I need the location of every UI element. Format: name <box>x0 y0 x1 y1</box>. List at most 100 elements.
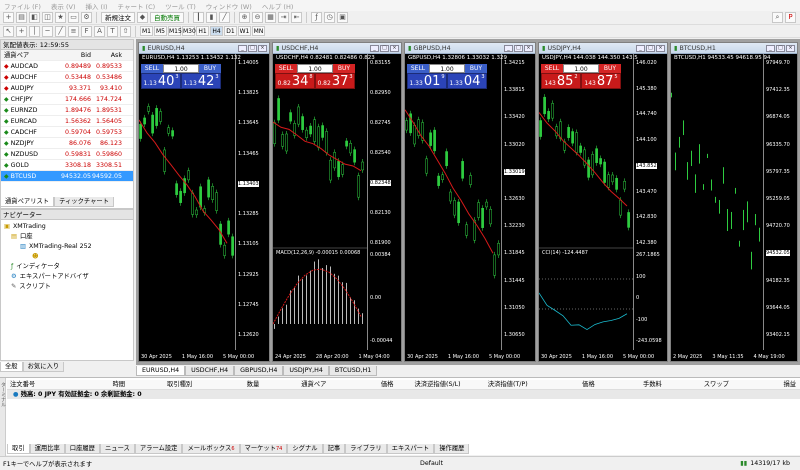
timeframe-h1[interactable]: H1 <box>196 26 209 36</box>
chart-shift-icon[interactable]: ⇤ <box>291 12 302 23</box>
terminal-icon[interactable]: ▭ <box>68 12 79 23</box>
line-chart-icon[interactable]: ╱ <box>219 12 230 23</box>
terminal-tab[interactable]: エキスパート <box>386 444 435 454</box>
chart-tab[interactable]: GBPUSD,H4 <box>234 366 284 376</box>
sell-price-button[interactable]: 0.82 34 8 <box>275 73 315 89</box>
buy-price-button[interactable]: 1.33 04 3 <box>447 73 487 89</box>
menu-item[interactable]: ファイル (F) <box>4 1 41 11</box>
autoscroll-icon[interactable]: ⇥ <box>278 12 289 23</box>
time-axis[interactable]: 30 Apr 2025 1 May 16:00 5 May 00:00 <box>541 354 654 360</box>
sell-button[interactable]: SELL <box>407 64 429 73</box>
indicators-icon[interactable]: ƒ <box>311 12 322 23</box>
terminal-column-header[interactable]: スワップ <box>666 380 733 389</box>
data-window-icon[interactable]: ◫ <box>42 12 53 23</box>
price-plot[interactable] <box>405 54 501 350</box>
menu-item[interactable]: ツール (T) <box>165 1 196 11</box>
minimize-icon[interactable]: _ <box>766 44 775 52</box>
market-watch-row[interactable]: ◆ GOLD 3308.18 3308.51 <box>1 160 133 171</box>
timeframe-w1[interactable]: W1 <box>238 26 251 36</box>
nav-item-indicators[interactable]: ƒ インディケータ <box>4 262 130 272</box>
menu-item[interactable]: チャート (C) <box>118 1 156 11</box>
terminal-column-header[interactable]: 価格 <box>330 380 397 389</box>
terminal-tab[interactable]: マーケット74 <box>239 444 288 454</box>
sell-price-button[interactable]: 1.13 40 3 <box>141 73 181 89</box>
lot-size-input[interactable]: 1.00 <box>563 64 599 73</box>
chart-window[interactable]: ▮ BTCUSD,H1 _ □ × 97949.70 97412.35 96874.05 963… <box>670 42 798 362</box>
lot-size-input[interactable]: 1.00 <box>163 64 199 73</box>
menu-item[interactable]: ウィンドウ (W) <box>206 1 252 11</box>
timeframe-m1[interactable]: M1 <box>140 26 153 36</box>
minimize-icon[interactable]: _ <box>504 44 513 52</box>
terminal-column-header[interactable]: 価格 <box>532 380 599 389</box>
buy-button[interactable]: BUY <box>333 64 355 73</box>
bar-chart-icon[interactable]: ┃ <box>193 12 204 23</box>
sell-button[interactable]: SELL <box>541 64 563 73</box>
price-axis[interactable]: 0.83155 0.82950 0.82745 0.82540 0.82348 0.821… <box>367 54 403 350</box>
buy-price-button[interactable]: 1.13 42 3 <box>181 73 221 89</box>
time-axis[interactable]: 30 Apr 2025 1 May 16:00 5 May 00:00 <box>141 354 254 360</box>
close-icon[interactable]: × <box>786 44 795 52</box>
search-icon[interactable]: ⌕ <box>772 12 783 23</box>
terminal-column-header[interactable]: 決済指値(T/P) <box>465 380 532 389</box>
zoom-in-icon[interactable]: ⊕ <box>239 12 250 23</box>
new-order-button[interactable]: 新規注文 <box>101 12 135 23</box>
market-watch-icon[interactable]: ◧ <box>29 12 40 23</box>
chart-tab[interactable]: EURUSD,H4 <box>136 366 186 376</box>
ask-header[interactable]: Ask <box>91 50 124 60</box>
timeframe-h4[interactable]: H4 <box>210 26 223 36</box>
status-profile[interactable]: Default <box>270 460 520 467</box>
minimize-icon[interactable]: _ <box>636 44 645 52</box>
sell-button[interactable]: SELL <box>275 64 297 73</box>
nav-item-scripts[interactable]: ✎ スクリプト <box>4 282 130 292</box>
tab-symbols[interactable]: 通貨ペアリスト <box>0 197 55 207</box>
timeframe-mn[interactable]: MN <box>252 26 265 36</box>
minimize-icon[interactable]: _ <box>238 44 247 52</box>
horizontal-line-icon[interactable]: ─ <box>42 25 53 37</box>
arrows-icon[interactable]: ⇧ <box>120 25 131 37</box>
terminal-column-header[interactable]: 通貨ペア <box>263 380 330 389</box>
nav-item-broker[interactable]: ▣ XMTrading <box>4 222 130 232</box>
terminal-tab[interactable]: 運用比率 <box>29 444 65 454</box>
market-watch-row[interactable]: ◆ NZDUSD 0.59831 0.59860 <box>1 149 133 160</box>
buy-price-button[interactable]: 0.82 37 3 <box>315 73 355 89</box>
close-icon[interactable]: × <box>656 44 665 52</box>
vertical-line-icon[interactable]: │ <box>29 25 40 37</box>
market-watch-row[interactable]: ◆ NZDJPY 86.076 86.123 <box>1 138 133 149</box>
new-chart-icon[interactable]: + <box>3 12 14 23</box>
fibonacci-icon[interactable]: F <box>81 25 92 37</box>
channel-icon[interactable]: ≡ <box>68 25 79 37</box>
maximize-icon[interactable]: □ <box>248 44 257 52</box>
terminal-tab[interactable]: 記事 <box>322 444 346 454</box>
price-plot[interactable] <box>273 54 367 350</box>
candle-chart-icon[interactable]: ▮ <box>206 12 217 23</box>
buy-button[interactable]: BUY <box>199 64 221 73</box>
close-icon[interactable]: × <box>258 44 267 52</box>
terminal-column-header[interactable]: 手数料 <box>599 380 666 389</box>
terminal-tab[interactable]: ライブラリ <box>345 444 387 454</box>
time-axis[interactable]: 2 May 2025 3 May 11:35 4 May 19:00 <box>673 354 785 360</box>
templates-icon[interactable]: ▣ <box>337 12 348 23</box>
terminal-tab[interactable]: 口座履歴 <box>64 444 100 454</box>
lot-size-input[interactable]: 1.00 <box>297 64 333 73</box>
market-watch-row[interactable]: ◆ EURNZD 1.89476 1.89531 <box>1 105 133 116</box>
chart-titlebar[interactable]: ▮ GBPUSD,H4 _ □ × <box>405 43 535 54</box>
menu-item[interactable]: 表示 (V) <box>51 1 76 11</box>
chart-titlebar[interactable]: ▮ USDCHF,H4 _ □ × <box>273 43 401 54</box>
chart-titlebar[interactable]: ▮ BTCUSD,H1 _ □ × <box>671 43 797 54</box>
market-watch-row[interactable]: ◆ EURCAD 1.56362 1.56405 <box>1 116 133 127</box>
terminal-tab[interactable]: シグナル <box>287 444 323 454</box>
terminal-column-header[interactable]: 時間 <box>62 380 129 389</box>
text-icon[interactable]: A <box>94 25 105 37</box>
buy-button[interactable]: BUY <box>599 64 621 73</box>
price-axis[interactable]: 1.14005 1.13825 1.13645 1.13465 1.13403 1.132… <box>235 54 271 350</box>
cursor-icon[interactable]: ↖ <box>3 25 14 37</box>
zoom-out-icon[interactable]: ⊖ <box>252 12 263 23</box>
terminal-tab[interactable]: 操作履歴 <box>434 444 470 454</box>
symbol-header[interactable]: 通貨ペア <box>1 50 61 60</box>
market-watch-row[interactable]: ◆ BTCUSD 94532.05 94592.05 <box>1 171 133 182</box>
chart-titlebar[interactable]: ▮ USDJPY,H4 _ □ × <box>539 43 667 54</box>
timeframe-d1[interactable]: D1 <box>224 26 237 36</box>
nav-item-account-user[interactable]: ☻ <box>4 252 130 262</box>
chart-window[interactable]: ▮ USDCHF,H4 _ □ × 0.83155 0.82950 0.82745 0.8254… <box>272 42 402 362</box>
tab-tick-chart[interactable]: ティックチャート <box>54 197 115 207</box>
